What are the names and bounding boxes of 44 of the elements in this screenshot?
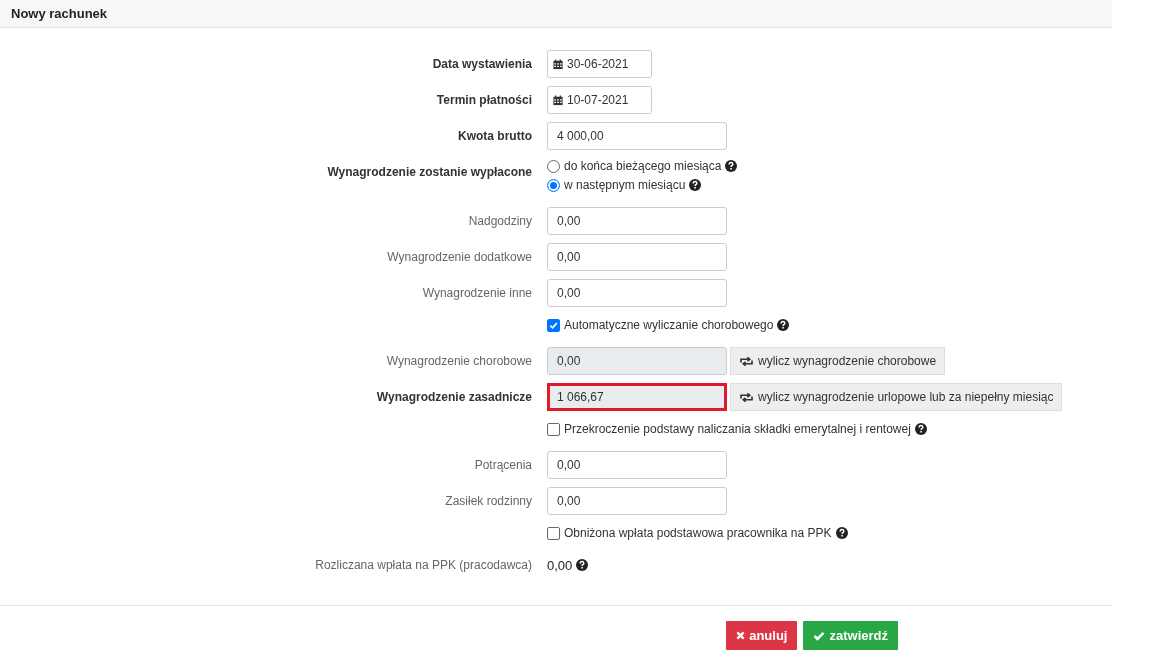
input-field[interactable]: 0,00	[547, 243, 727, 271]
input-field[interactable]: 0,00	[547, 487, 727, 515]
help-icon[interactable]	[914, 423, 927, 435]
radio-label[interactable]: do końca bieżącego miesiąca	[564, 159, 722, 173]
field-label: Termin płatności	[436, 93, 532, 107]
value-text: 0,00	[547, 557, 573, 573]
date-field[interactable]: 10-07-2021	[547, 86, 652, 114]
field-label: Nadgodziny	[468, 214, 532, 228]
field-label: Zasiłek rodzinny	[445, 494, 532, 508]
input-field[interactable]: 0,00	[547, 207, 727, 235]
refresh-icon	[739, 391, 754, 403]
cancel-button[interactable]: anuluj	[726, 621, 798, 650]
close-icon	[736, 631, 746, 640]
input-field[interactable]: 4 000,00	[547, 122, 727, 150]
checkbox[interactable]	[547, 422, 560, 436]
help-icon[interactable]	[725, 160, 738, 172]
help-icon[interactable]	[576, 559, 589, 571]
dialog-title: Nowy rachunek	[11, 6, 108, 21]
field-label: Wynagrodzenie chorobowe	[386, 354, 532, 368]
input-field[interactable]: 0,00	[547, 279, 727, 307]
input-field[interactable]: 0,00	[547, 451, 727, 479]
radio-label[interactable]: w następnym miesiącu	[564, 178, 686, 192]
check-icon	[813, 630, 826, 641]
calendar-icon	[553, 58, 563, 70]
checkbox-label[interactable]: Automatyczne wyliczanie chorobowego	[564, 318, 774, 332]
field-label: Wynagrodzenie inne	[422, 286, 532, 300]
checkbox-label[interactable]: Przekroczenie podstawy naliczania składki emerytalnej i rentowej	[564, 422, 911, 436]
field-label: Potrącenia	[474, 458, 532, 472]
calendar-icon	[553, 94, 563, 106]
date-field[interactable]: 30-06-2021	[547, 50, 652, 78]
radio-button[interactable]	[547, 178, 560, 192]
field-label: Wynagrodzenie dodatkowe	[387, 250, 532, 264]
refresh-icon	[739, 355, 754, 367]
help-icon[interactable]	[777, 319, 790, 331]
field-label: Rozliczana wpłata na PPK (pracodawca)	[315, 558, 532, 572]
help-icon[interactable]	[835, 527, 848, 539]
checkbox-label[interactable]: Obniżona wpłata podstawowa pracownika na PPK	[564, 526, 832, 540]
checkbox[interactable]	[547, 318, 560, 332]
field-label: Kwota brutto	[458, 129, 532, 143]
checkbox[interactable]	[547, 526, 560, 540]
field-label: Data wystawienia	[432, 57, 532, 71]
help-icon[interactable]	[689, 179, 702, 191]
field-label: Wynagrodzenie zostanie wypłacone	[327, 165, 532, 179]
field-label: Wynagrodzenie zasadnicze	[376, 390, 532, 404]
